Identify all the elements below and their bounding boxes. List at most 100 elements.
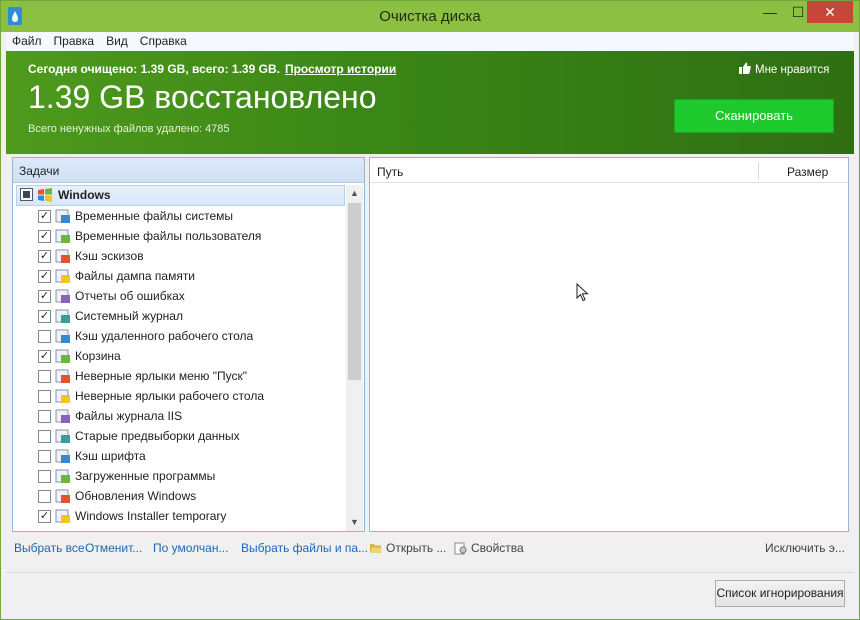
app-window: Очистка диска — ☐ ✕ Файл Правка Вид Справка… — [0, 0, 860, 620]
menu-bar: Файл Правка Вид Справка — [6, 32, 854, 52]
recycle-bin-icon — [55, 349, 70, 363]
task-label: Кэш удаленного рабочего стола — [75, 329, 254, 343]
scroll-down-arrow[interactable]: ▼ — [346, 514, 363, 531]
open-folder-icon — [370, 544, 382, 553]
cancel-label: Отменит... — [85, 541, 143, 555]
cancel-link[interactable]: Отменит... — [85, 541, 142, 555]
task-row[interactable]: Кэш шрифта — [13, 446, 343, 466]
task-label: Windows Installer temporary — [75, 509, 227, 523]
exclude-button[interactable]: Исключить э... — [765, 541, 845, 555]
menu-view[interactable]: Вид — [100, 32, 134, 51]
column-size[interactable]: Размер — [787, 165, 828, 179]
tasks-header: Задачи — [13, 158, 364, 183]
exclude-label: Исключить э... — [765, 541, 845, 555]
task-row[interactable]: ✓ Временные файлы системы — [13, 206, 343, 226]
menu-help[interactable]: Справка — [134, 32, 193, 51]
task-checkbox[interactable] — [38, 330, 51, 343]
select-all-link[interactable]: Выбрать все — [14, 541, 85, 555]
tasks-header-label: Задачи — [19, 164, 60, 178]
recovered-headline: 1.39 GB восстановлено — [28, 79, 377, 115]
default-link[interactable]: По умолчан... — [153, 541, 228, 555]
start-shortcut-icon — [55, 369, 70, 383]
task-checkbox[interactable]: ✓ — [38, 210, 51, 223]
tasks-panel: Задачи Windows ✓ Временные файлы системы ✓… — [12, 157, 365, 532]
task-checkbox[interactable]: ✓ — [38, 510, 51, 523]
close-button[interactable]: ✕ — [807, 1, 853, 23]
task-checkbox[interactable] — [38, 370, 51, 383]
task-row[interactable]: Обновления Windows — [13, 486, 343, 506]
task-row[interactable]: Загруженные программы — [13, 466, 343, 486]
task-checkbox[interactable] — [38, 410, 51, 423]
scroll-up-arrow[interactable]: ▲ — [346, 185, 363, 202]
task-checkbox[interactable] — [38, 470, 51, 483]
history-link[interactable]: Просмотр истории — [285, 62, 396, 76]
menu-file[interactable]: Файл — [6, 32, 48, 51]
task-label: Отчеты об ошибках — [75, 289, 185, 303]
task-checkbox[interactable]: ✓ — [38, 350, 51, 363]
task-row[interactable]: Неверные ярлыки меню "Пуск" — [13, 366, 343, 386]
group-windows[interactable]: Windows — [16, 185, 345, 206]
prefetch-icon — [55, 429, 70, 443]
user-temp-icon — [55, 229, 70, 243]
column-path[interactable]: Путь — [377, 165, 403, 179]
task-checkbox[interactable]: ✓ — [38, 250, 51, 263]
task-label: Файлы дампа памяти — [75, 269, 196, 283]
task-checkbox[interactable] — [38, 430, 51, 443]
footer-divider — [6, 572, 854, 573]
task-row[interactable]: ✓ Windows Installer temporary — [13, 506, 343, 526]
windows-logo-icon — [38, 188, 52, 202]
properties-button[interactable]: Свойства — [454, 541, 524, 555]
task-checkbox[interactable] — [38, 450, 51, 463]
task-label: Неверные ярлыки рабочего стола — [75, 389, 264, 403]
task-row[interactable]: ✓ Временные файлы пользователя — [13, 226, 343, 246]
error-report-icon — [55, 289, 70, 303]
summary-banner: Сегодня очищено: 1.39 GB, всего: 1.39 GB… — [6, 51, 854, 154]
task-row[interactable]: Старые предвыборки данных — [13, 426, 343, 446]
default-label: По умолчан... — [153, 541, 229, 555]
tasks-scrollbar[interactable]: ▲ ▼ — [346, 185, 363, 531]
task-checkbox[interactable] — [38, 390, 51, 403]
title-bar[interactable]: Очистка диска — ☐ ✕ — [1, 1, 859, 32]
font-cache-icon — [55, 449, 70, 463]
task-label: Старые предвыборки данных — [75, 429, 240, 443]
group-checkbox[interactable] — [20, 188, 33, 201]
memory-dump-icon — [55, 269, 70, 283]
scan-button[interactable]: Сканировать — [674, 99, 834, 133]
results-panel: Путь Размер — [369, 157, 849, 532]
windows-update-icon — [55, 489, 70, 503]
scroll-thumb[interactable] — [348, 203, 361, 380]
task-label: Временные файлы системы — [75, 209, 233, 223]
open-label: Открыть ... — [386, 541, 447, 555]
task-row[interactable]: Кэш удаленного рабочего стола — [13, 326, 343, 346]
mouse-cursor-icon — [576, 283, 589, 302]
task-row[interactable]: Файлы журнала IIS — [13, 406, 343, 426]
task-row[interactable]: ✓ Корзина — [13, 346, 343, 366]
today-text: Сегодня очищено: 1.39 GB, всего: 1.39 GB… — [28, 62, 280, 76]
task-checkbox[interactable]: ✓ — [38, 310, 51, 323]
group-label: Windows — [58, 188, 111, 202]
select-files-link[interactable]: Выбрать файлы и па... — [241, 541, 368, 555]
task-row[interactable]: ✓ Файлы дампа памяти — [13, 266, 343, 286]
task-checkbox[interactable]: ✓ — [38, 270, 51, 283]
task-checkbox[interactable] — [38, 490, 51, 503]
task-row[interactable]: ✓ Кэш эскизов — [13, 246, 343, 266]
ignore-list-button[interactable]: Список игнорирования — [715, 580, 845, 607]
task-row[interactable]: Неверные ярлыки рабочего стола — [13, 386, 343, 406]
task-checkbox[interactable]: ✓ — [38, 230, 51, 243]
task-row[interactable]: ✓ Отчеты об ошибках — [13, 286, 343, 306]
task-label: Временные файлы пользователя — [75, 229, 262, 243]
today-summary: Сегодня очищено: 1.39 GB, всего: 1.39 GB… — [28, 62, 396, 76]
menu-edit[interactable]: Правка — [48, 32, 101, 51]
minimize-button[interactable]: — — [756, 1, 784, 23]
like-button[interactable]: Мне нравится — [739, 62, 829, 76]
column-divider[interactable] — [758, 162, 759, 180]
open-button[interactable]: Открыть ... — [369, 541, 446, 555]
remote-desktop-icon — [55, 329, 70, 343]
properties-hand-icon — [454, 542, 467, 555]
deleted-count: Всего ненужных файлов удалено: 4785 — [28, 123, 230, 135]
select-all-label: Выбрать все — [14, 541, 85, 555]
task-label: Кэш эскизов — [75, 249, 144, 263]
downloaded-programs-icon — [55, 469, 70, 483]
task-row[interactable]: ✓ Системный журнал — [13, 306, 343, 326]
task-checkbox[interactable]: ✓ — [38, 290, 51, 303]
